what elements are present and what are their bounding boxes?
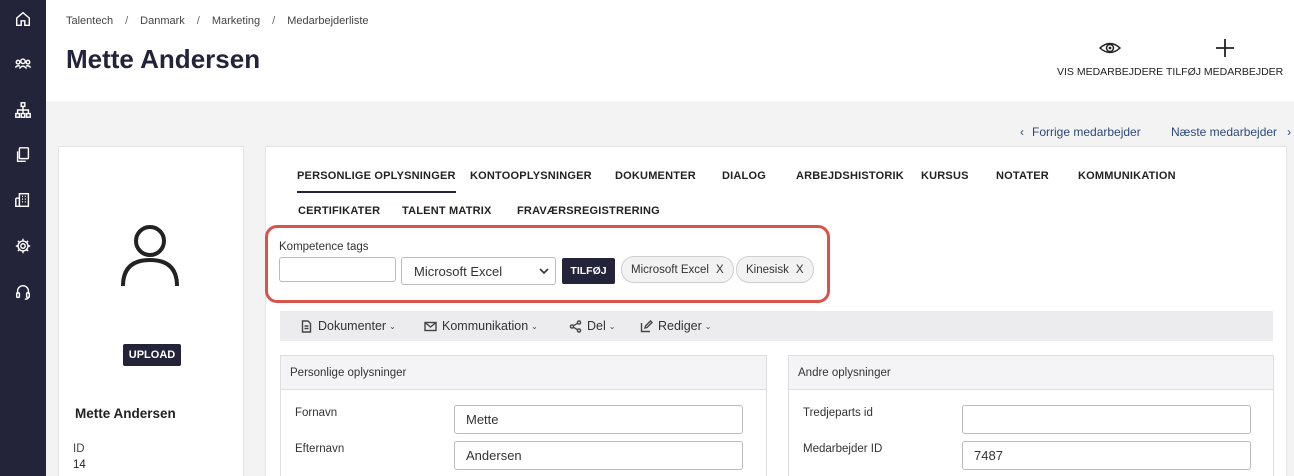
previous-employee-label: Forrige medarbejder [1032, 125, 1141, 139]
document-icon [301, 319, 312, 333]
competence-tag-input[interactable] [279, 257, 396, 282]
documents-icon[interactable] [13, 145, 33, 165]
tag-chip-label: Kinesisk [746, 263, 789, 276]
breadcrumb: Talentech / Danmark / Marketing / Medarb… [66, 15, 369, 27]
tab-documents[interactable]: DOKUMENTER [615, 170, 696, 182]
view-employees-label: VIS MEDARBEJDERE [1057, 66, 1164, 78]
action-toolbar: Dokumenter ⌄ Kommunikation ⌄ Del ⌄ Rediger ⌄ [280, 311, 1273, 341]
tab-personal-info[interactable]: PERSONLIGE OPLYSNINGER [297, 170, 456, 193]
employee-id-label: Medarbejder ID [803, 443, 883, 455]
tag-chip-label: Microsoft Excel [631, 263, 709, 276]
tab-account-info[interactable]: KONTOOPLYSNINGER [470, 170, 592, 182]
org-chart-icon[interactable] [13, 100, 33, 120]
page-header: Talentech / Danmark / Marketing / Medarb… [46, 0, 1294, 101]
first-name-field[interactable]: Mette [454, 405, 743, 434]
chevron-down-icon: ⌄ [704, 321, 712, 331]
settings-icon[interactable] [13, 236, 33, 256]
breadcrumb-item[interactable]: Danmark [140, 15, 185, 27]
communication-menu[interactable]: Kommunikation ⌄ [424, 319, 538, 333]
competence-tag-selected: Microsoft Excel [414, 263, 503, 279]
tab-communication[interactable]: KOMMUNIKATION [1078, 170, 1176, 182]
third-party-id-field[interactable] [962, 405, 1251, 434]
tag-chip: Kinesisk X [736, 256, 814, 283]
documents-menu[interactable]: Dokumenter ⌄ [300, 319, 396, 333]
competence-tag-select[interactable]: Microsoft Excel [401, 257, 556, 285]
tab-certificates[interactable]: CERTIFIKATER [298, 205, 380, 217]
tab-absence-registration[interactable]: FRAVÆRSREGISTRERING [517, 205, 660, 217]
remove-tag-button[interactable]: X [716, 264, 724, 276]
documents-menu-label: Dokumenter [318, 319, 387, 333]
personal-info-title: Personlige oplysninger [281, 356, 766, 390]
tag-chip: Microsoft Excel X [621, 256, 734, 283]
chevron-left-icon: ‹ [1020, 125, 1024, 139]
other-info-title: Andre oplysninger [789, 356, 1273, 390]
last-name-field[interactable]: Andersen [454, 441, 743, 470]
other-info-panel: Andre oplysninger Tredjeparts id Medarbe… [788, 355, 1274, 476]
people-icon[interactable] [13, 54, 33, 74]
chevron-right-icon: › [1287, 125, 1292, 139]
eye-icon [1098, 42, 1122, 54]
breadcrumb-item[interactable]: Talentech [66, 15, 113, 27]
edit-menu[interactable]: Rediger ⌄ [640, 319, 711, 333]
employee-id-field[interactable]: 7487 [962, 441, 1251, 470]
first-name-label: Fornavn [295, 407, 338, 419]
breadcrumb-item[interactable]: Medarbejderliste [287, 15, 368, 27]
next-employee-label: Næste medarbejder [1171, 125, 1278, 139]
side-navigation [0, 0, 46, 476]
profile-card: UPLOAD Mette Andersen ID 14 [58, 146, 244, 476]
page-title: Mette Andersen [66, 44, 261, 74]
profile-name: Mette Andersen [75, 406, 176, 421]
tab-course[interactable]: KURSUS [921, 170, 969, 182]
envelope-icon [424, 321, 437, 331]
communication-menu-label: Kommunikation [442, 319, 529, 333]
previous-employee-link[interactable]: ‹ Forrige medarbejder [1020, 125, 1141, 139]
tab-talent-matrix[interactable]: TALENT MATRIX [402, 205, 492, 217]
chevron-down-icon [539, 268, 549, 275]
tab-work-history[interactable]: ARBEJDSHISTORIK [796, 170, 904, 182]
share-menu-label: Del [587, 319, 606, 333]
add-employee-label: TILFØJ MEDARBEJDER [1166, 66, 1284, 78]
user-avatar-icon [121, 225, 179, 287]
competence-tags-label: Kompetence tags [279, 241, 369, 253]
share-icon [569, 319, 582, 333]
tab-dialog[interactable]: DIALOG [722, 170, 766, 182]
home-icon[interactable] [13, 9, 33, 29]
support-icon[interactable] [13, 282, 33, 302]
chevron-down-icon: ⌄ [608, 321, 616, 331]
building-icon[interactable] [13, 190, 33, 210]
add-tag-button[interactable]: TILFØJ [562, 258, 615, 284]
employee-details-card: PERSONLIGE OPLYSNINGER KONTOOPLYSNINGER … [265, 146, 1287, 476]
breadcrumb-item[interactable]: Marketing [212, 15, 260, 27]
personal-info-panel: Personlige oplysninger Fornavn Mette Eft… [280, 355, 767, 476]
upload-button[interactable]: UPLOAD [123, 344, 181, 366]
plus-icon [1215, 39, 1234, 57]
third-party-id-label: Tredjeparts id [803, 407, 873, 419]
last-name-label: Efternavn [295, 443, 345, 455]
next-employee-link[interactable]: Næste medarbejder › [1171, 125, 1291, 139]
edit-icon [640, 319, 653, 332]
profile-id-label: ID [73, 443, 85, 455]
edit-menu-label: Rediger [658, 319, 702, 333]
add-employee-button[interactable]: TILFØJ MEDARBEJDER [1166, 36, 1283, 78]
share-menu[interactable]: Del ⌄ [569, 319, 615, 333]
view-employees-button[interactable]: VIS MEDARBEJDERE [1057, 36, 1163, 78]
tab-notes[interactable]: NOTATER [996, 170, 1049, 182]
remove-tag-button[interactable]: X [796, 264, 804, 276]
profile-id-value: 14 [73, 459, 86, 471]
chevron-down-icon: ⌄ [389, 321, 396, 331]
chevron-down-icon: ⌄ [531, 321, 538, 331]
